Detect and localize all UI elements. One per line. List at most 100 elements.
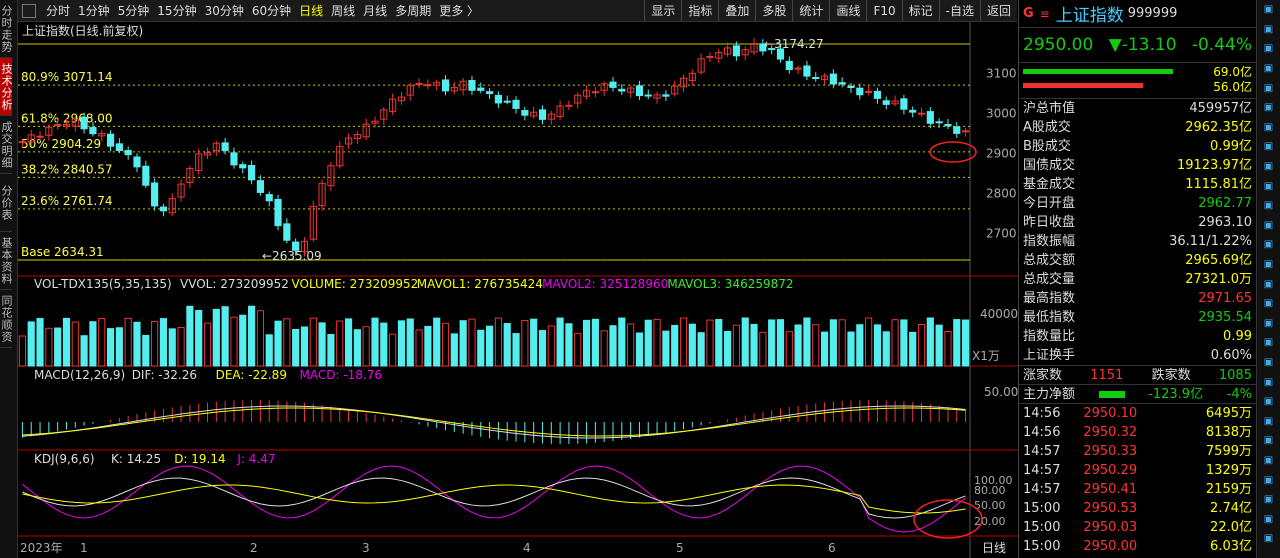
field-label: 上证换手 (1023, 348, 1076, 363)
side-tool-icon[interactable]: ▣ (1257, 20, 1280, 40)
kline-chart[interactable]: 上证指数(日线.前复权) 80.9% 3071.14 61.8% 2968.00 50… (18, 22, 1018, 558)
period-7[interactable]: 周线 (327, 2, 359, 19)
vol-bar (679, 317, 688, 367)
side-tool-icon[interactable]: ▣ (1257, 235, 1280, 255)
vol-bar (768, 319, 776, 367)
x-tick: 5 (676, 541, 684, 555)
vol-bar (177, 326, 185, 367)
side-tool-icon[interactable]: ▣ (1257, 411, 1280, 431)
side-tool-icon[interactable]: ▣ (1257, 0, 1280, 20)
index-name: 上证指数 (1055, 6, 1124, 26)
quote-field: 昨日收盘 2963.10 (1019, 213, 1256, 232)
period-9[interactable]: 多周期 (391, 2, 435, 19)
tool-2[interactable]: 叠加 (718, 0, 755, 22)
nav-tab-5[interactable]: 同花顺资 (0, 290, 13, 348)
quote-field: 指数量比 0.99 (1019, 327, 1256, 346)
candle (944, 124, 952, 127)
vol-bar (353, 329, 361, 367)
vol-bar (159, 318, 168, 367)
period-3[interactable]: 15分钟 (153, 2, 200, 19)
vol-bar (309, 317, 317, 367)
side-tool-icon[interactable]: ▣ (1257, 529, 1280, 549)
fib-label: 50% 2904.29 (21, 137, 101, 151)
vol-bar (829, 319, 837, 367)
side-tool-icon[interactable]: ▣ (1257, 509, 1280, 529)
side-tool-icon[interactable]: ▣ (1257, 490, 1280, 510)
period-toolbar: 分时 1分钟 5分钟 15分钟 30分钟 60分钟 日线 周线 月线 多周期 更多 〉 显示 指标 叠加… (18, 0, 1017, 22)
nav-tab-1[interactable]: 技术分析 (0, 58, 13, 116)
period-0[interactable]: 分时 (42, 2, 74, 19)
side-tool-icon[interactable]: ▣ (1257, 274, 1280, 294)
side-tool-icon[interactable]: ▣ (1257, 470, 1280, 490)
side-tool-icon[interactable]: ▣ (1257, 137, 1280, 157)
vol-bar (794, 324, 802, 367)
side-tool-icon[interactable]: ▣ (1257, 372, 1280, 392)
side-tool-icon[interactable]: ▣ (1257, 333, 1280, 353)
vol-bar (759, 331, 767, 367)
quote-field: B股成交 0.99亿 (1019, 137, 1256, 156)
side-tool-icon[interactable]: ▣ (1257, 196, 1280, 216)
tool-5[interactable]: 画线 (829, 0, 866, 22)
vol-bar (697, 332, 705, 367)
period-2[interactable]: 5分钟 (114, 2, 154, 19)
tool-7[interactable]: 标记 (901, 0, 939, 22)
side-tool-icon[interactable]: ▣ (1257, 216, 1280, 236)
vol-bar (98, 318, 106, 367)
side-tool-icon[interactable]: ▣ (1257, 353, 1280, 373)
candle (512, 99, 520, 109)
vol-bar (318, 322, 326, 367)
field-value: 2962.35亿 (1185, 120, 1252, 135)
side-tool-icon[interactable]: ▣ (1257, 294, 1280, 314)
nav-tab-0[interactable]: 分时走势 (0, 0, 13, 58)
field-value: 1115.81亿 (1185, 177, 1252, 192)
period-8[interactable]: 月线 (359, 2, 391, 19)
tool-4[interactable]: 统计 (792, 0, 829, 22)
vol-legend-item: VOLUME: 273209952 (292, 277, 419, 291)
tool-0[interactable]: 显示 (644, 0, 681, 22)
menu-icon[interactable]: ≡ (1040, 7, 1050, 21)
period-4[interactable]: 30分钟 (201, 2, 248, 19)
tool-1[interactable]: 指标 (681, 0, 718, 22)
tick-time: 14:57 (1023, 463, 1061, 478)
vol-bar (486, 325, 494, 367)
vol-bar (256, 310, 264, 367)
side-tool-icon[interactable]: ▣ (1257, 392, 1280, 412)
g-icon[interactable]: G (1023, 6, 1034, 21)
tool-3[interactable]: 多股 (755, 0, 792, 22)
vol-unit: X1万 (972, 349, 1000, 363)
side-tool-icon[interactable]: ▣ (1257, 98, 1280, 118)
vol-bar (953, 319, 961, 367)
tool-9[interactable]: 返回 (979, 0, 1017, 22)
side-tool-icon[interactable]: ▣ (1257, 431, 1280, 451)
candle (89, 127, 97, 135)
candle (538, 109, 547, 120)
tool-6[interactable]: F10 (866, 0, 901, 22)
vol-bar (653, 318, 661, 367)
layout-icon[interactable] (22, 3, 36, 18)
candle (486, 91, 494, 95)
candle (142, 165, 150, 186)
side-tool-icon[interactable]: ▣ (1257, 59, 1280, 79)
quote-field: 总成交量 27321.0万 (1019, 270, 1256, 289)
period-10[interactable]: 更多 〉 (435, 2, 483, 19)
nav-tab-3[interactable]: 分价表 (0, 174, 13, 232)
period-1[interactable]: 1分钟 (74, 2, 114, 19)
side-tool-icon[interactable]: ▣ (1257, 451, 1280, 471)
kdj-legend-item: K: 14.25 (111, 452, 161, 466)
nav-tab-2[interactable]: 成交明细 (0, 116, 13, 174)
tick-price: 2950.41 (1083, 482, 1138, 497)
tool-8[interactable]: -自选 (938, 0, 980, 22)
side-tool-icon[interactable]: ▣ (1257, 78, 1280, 98)
side-tool-icon[interactable]: ▣ (1257, 39, 1280, 59)
side-tool-icon[interactable]: ▣ (1257, 255, 1280, 275)
side-tool-icon[interactable]: ▣ (1257, 157, 1280, 177)
side-tool-icon[interactable]: ▣ (1257, 176, 1280, 196)
period-label: 日线 (982, 541, 1006, 555)
side-tool-icon[interactable]: ▣ (1257, 118, 1280, 138)
period-6[interactable]: 日线 (295, 2, 327, 19)
quote-field: 基金成交 1115.81亿 (1019, 175, 1256, 194)
nav-tab-4[interactable]: 基本资料 (0, 232, 13, 290)
kdj-ytick: 20.00 (974, 515, 1006, 528)
side-tool-icon[interactable]: ▣ (1257, 314, 1280, 334)
period-5[interactable]: 60分钟 (248, 2, 295, 19)
